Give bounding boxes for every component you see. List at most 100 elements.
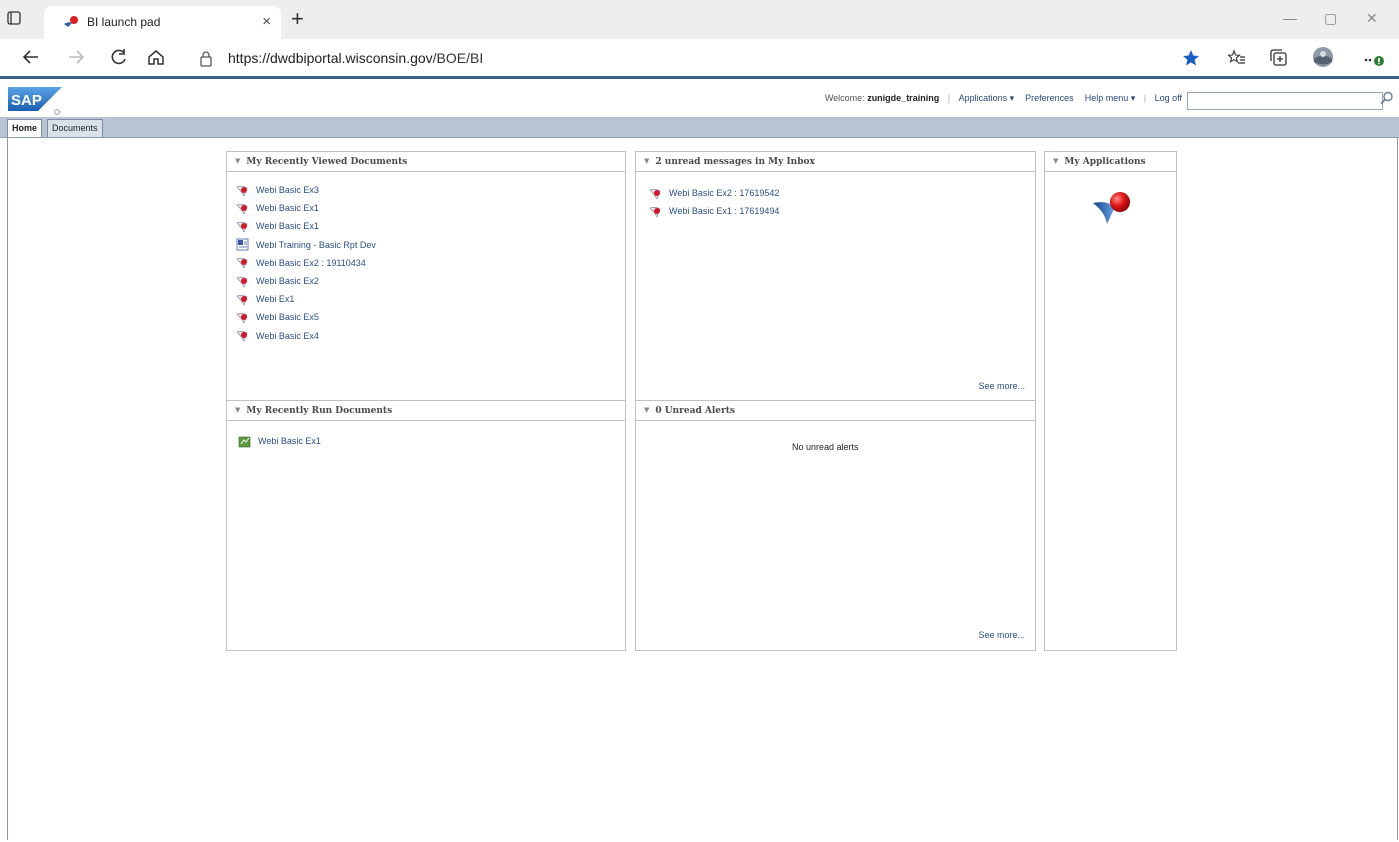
inbox-see-more-link[interactable]: See more... xyxy=(978,381,1025,391)
welcome-label: Welcome: xyxy=(824,93,865,103)
document-list: Webi Basic Ex1 xyxy=(238,432,321,450)
no-alerts-message: No unread alerts xyxy=(792,442,859,452)
window-close-icon[interactable]: ✕ xyxy=(1366,10,1378,27)
collapse-icon[interactable]: ▼ xyxy=(644,405,649,414)
log-off-link[interactable]: Log off xyxy=(1155,93,1182,103)
webi-doc-icon xyxy=(236,293,249,306)
run-doc-icon xyxy=(238,435,251,448)
favorites-icon[interactable] xyxy=(1227,49,1246,72)
webi-doc-icon xyxy=(236,184,249,197)
doc-link[interactable]: Webi Basic Ex2 xyxy=(256,276,319,286)
collapse-icon[interactable]: ▼ xyxy=(1053,156,1058,165)
alerts-panel: ▼ 0 Unread Alerts No unread alerts See mo… xyxy=(635,400,1036,651)
webi-doc-icon xyxy=(649,187,662,200)
webi-doc-icon xyxy=(236,202,249,215)
applications-panel: ▼ My Applications xyxy=(1044,151,1177,651)
search-icon[interactable] xyxy=(1380,91,1394,110)
username: zunigde_training xyxy=(867,93,940,103)
list-item[interactable]: Webi Ex1 xyxy=(236,290,376,308)
home-icon[interactable] xyxy=(147,48,165,71)
refresh-icon[interactable] xyxy=(110,48,128,71)
forward-icon[interactable] xyxy=(67,48,85,71)
panel-title: 2 unread messages in My Inbox xyxy=(655,157,815,167)
favorite-star-icon[interactable] xyxy=(1182,49,1200,72)
alerts-see-more-link[interactable]: See more... xyxy=(978,630,1025,640)
list-item[interactable]: Webi Basic Ex2 : 19110434 xyxy=(236,254,376,272)
webi-doc-icon xyxy=(236,220,249,233)
tab-home[interactable]: Home xyxy=(7,119,43,137)
bi-launchpad-app-icon[interactable] xyxy=(1093,190,1133,231)
list-item[interactable]: Webi Basic Ex2 : 17619542 xyxy=(649,184,779,202)
collapse-icon[interactable]: ▼ xyxy=(235,405,240,414)
list-item[interactable]: Webi Basic Ex1 : 17619494 xyxy=(649,202,779,220)
new-tab-icon[interactable]: + xyxy=(291,6,304,32)
url-host: https://dwdbiportal.wisconsin.gov xyxy=(228,50,433,66)
panel-title: My Applications xyxy=(1064,157,1146,167)
doc-link[interactable]: Webi Basic Ex1 xyxy=(258,436,321,446)
panel-header[interactable]: ▼ 0 Unread Alerts xyxy=(636,401,1035,421)
doc-link[interactable]: Webi Basic Ex5 xyxy=(256,312,319,322)
recent-run-panel: ▼ My Recently Run Documents Webi Basic Ex… xyxy=(226,400,626,651)
webi-doc-icon xyxy=(649,205,662,218)
svg-text:SAP: SAP xyxy=(11,92,42,109)
header-links: Welcome: zunigde_training | Applications… xyxy=(824,93,1182,104)
word-doc-icon xyxy=(236,238,249,251)
more-icon[interactable] xyxy=(1363,49,1385,72)
applications-menu[interactable]: Applications ▾ xyxy=(959,93,1015,104)
address-bar[interactable]: https://dwdbiportal.wisconsin.gov/BOE/BI xyxy=(228,50,483,66)
list-item[interactable]: Webi Basic Ex2 xyxy=(236,272,376,290)
app-tab-strip xyxy=(0,117,1399,138)
doc-link[interactable]: Webi Basic Ex1 xyxy=(256,221,319,231)
restore-icon[interactable]: ▢ xyxy=(1324,10,1337,27)
doc-link[interactable]: Webi Basic Ex1 xyxy=(256,203,319,213)
tab-documents[interactable]: Documents xyxy=(47,119,103,137)
help-menu[interactable]: Help menu ▾ xyxy=(1085,93,1136,104)
list-item[interactable]: Webi Basic Ex5 xyxy=(236,308,376,326)
list-item[interactable]: Webi Basic Ex1 xyxy=(236,217,376,235)
webi-doc-icon xyxy=(236,311,249,324)
panel-header[interactable]: ▼ My Applications xyxy=(1045,152,1176,172)
profile-avatar-icon[interactable] xyxy=(1312,46,1334,73)
tab-close-icon[interactable]: × xyxy=(262,13,271,30)
panel-title: 0 Unread Alerts xyxy=(655,406,735,416)
doc-link[interactable]: Webi Ex1 xyxy=(256,294,294,304)
browser-tab[interactable]: BI launch pad × xyxy=(44,6,281,39)
webi-doc-icon xyxy=(236,275,249,288)
list-item[interactable]: Webi Basic Ex1 xyxy=(236,199,376,217)
back-icon[interactable] xyxy=(22,48,40,71)
document-list: Webi Basic Ex3 Webi Basic Ex1 Webi Basic… xyxy=(236,181,376,345)
search-input[interactable] xyxy=(1187,92,1383,110)
collapse-icon[interactable]: ▼ xyxy=(644,156,649,165)
doc-link[interactable]: Webi Training - Basic Rpt Dev xyxy=(256,240,376,250)
list-item[interactable]: Webi Training - Basic Rpt Dev xyxy=(236,236,376,254)
panel-header[interactable]: ▼ My Recently Run Documents xyxy=(227,401,625,421)
list-item[interactable]: Webi Basic Ex3 xyxy=(236,181,376,199)
panel-header[interactable]: ▼ My Recently Viewed Documents xyxy=(227,152,625,172)
list-item[interactable]: Webi Basic Ex1 xyxy=(238,432,321,450)
panel-title: My Recently Viewed Documents xyxy=(246,157,408,167)
collapse-icon[interactable]: ▼ xyxy=(235,156,240,165)
preferences-link[interactable]: Preferences xyxy=(1025,93,1074,103)
message-link[interactable]: Webi Basic Ex2 : 17619542 xyxy=(669,188,779,198)
inbox-panel: ▼ 2 unread messages in My Inbox Webi Basi… xyxy=(635,151,1036,401)
browser-nav-bar: https://dwdbiportal.wisconsin.gov/BOE/BI xyxy=(0,39,1399,77)
sap-logo: SAP xyxy=(8,87,64,120)
doc-link[interactable]: Webi Basic Ex4 xyxy=(256,331,319,341)
doc-link[interactable]: Webi Basic Ex2 : 19110434 xyxy=(256,258,366,268)
lock-icon[interactable] xyxy=(199,51,213,72)
tab-title: BI launch pad xyxy=(87,15,161,29)
panel-header[interactable]: ▼ 2 unread messages in My Inbox xyxy=(636,152,1035,172)
sap-favicon-icon xyxy=(63,15,79,32)
doc-link[interactable]: Webi Basic Ex3 xyxy=(256,185,319,195)
message-link[interactable]: Webi Basic Ex1 : 17619494 xyxy=(669,206,779,216)
webi-doc-icon xyxy=(236,329,249,342)
browser-tab-bar: BI launch pad × + — ▢ ✕ xyxy=(0,0,1399,39)
url-path: /BOE/BI xyxy=(432,50,484,66)
minimize-icon[interactable]: — xyxy=(1283,10,1297,26)
recent-viewed-panel: ▼ My Recently Viewed Documents Webi Basic… xyxy=(226,151,626,401)
list-item[interactable]: Webi Basic Ex4 xyxy=(236,327,376,345)
tab-actions-icon[interactable] xyxy=(7,11,21,30)
message-list: Webi Basic Ex2 : 17619542 Webi Basic Ex1… xyxy=(649,184,779,220)
collections-icon[interactable] xyxy=(1270,49,1288,72)
webi-doc-icon xyxy=(236,256,249,270)
